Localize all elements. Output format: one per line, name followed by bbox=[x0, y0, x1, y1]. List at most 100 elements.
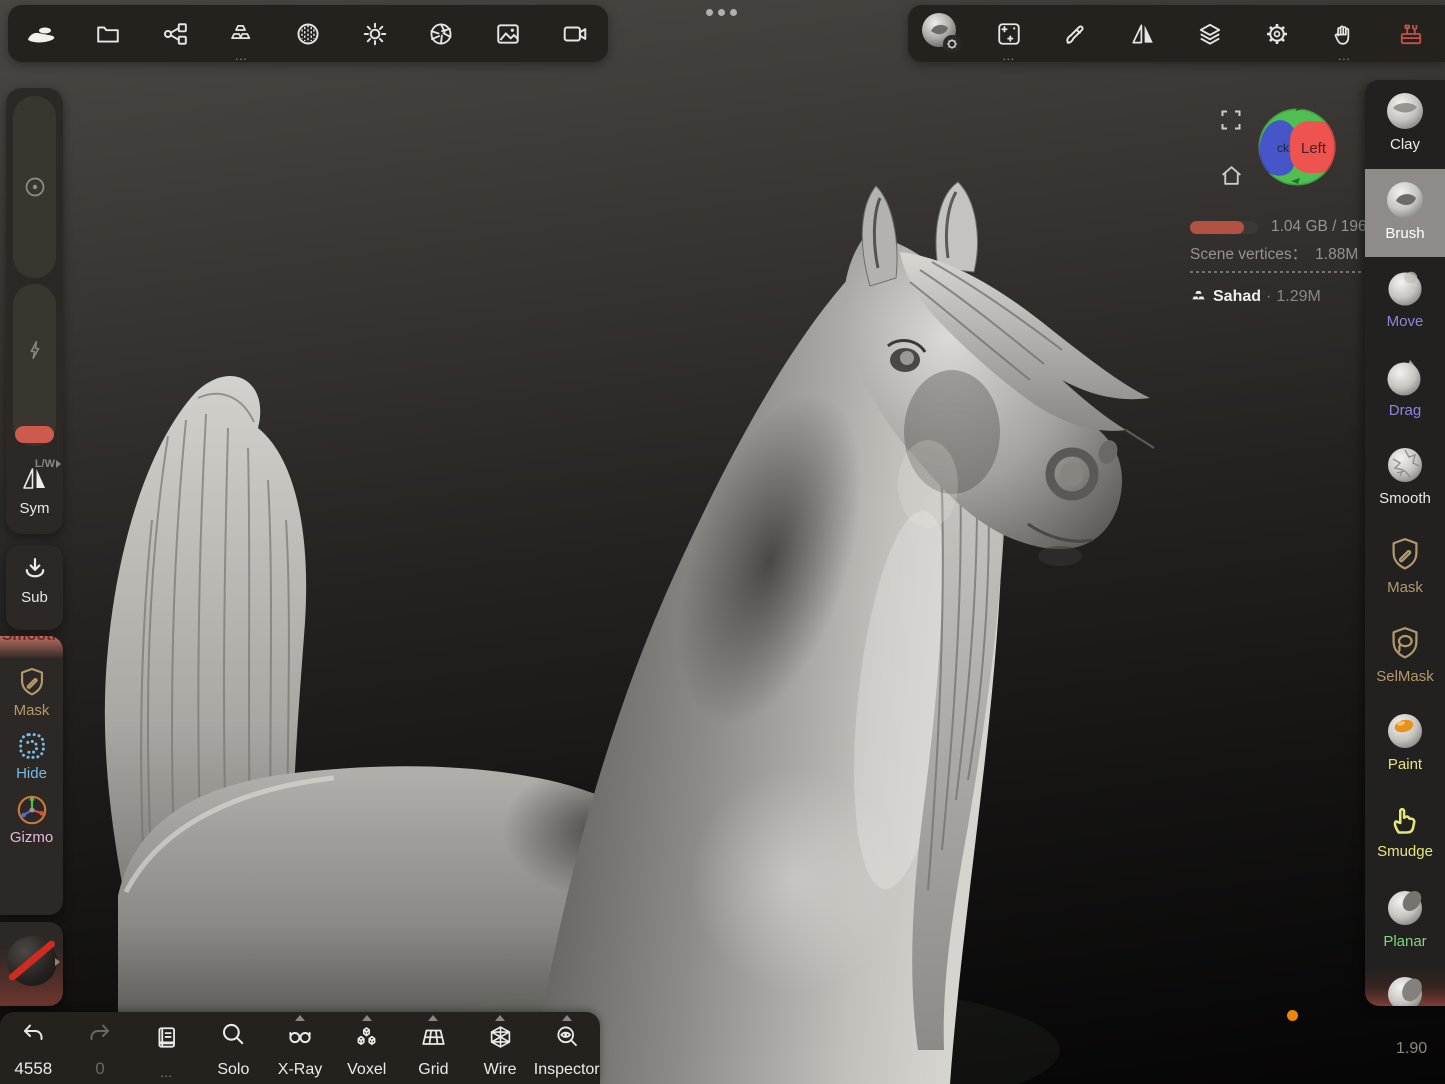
tool-clay[interactable]: Clay bbox=[1365, 80, 1445, 169]
tool-label: Brush bbox=[1385, 225, 1424, 242]
selmask-tool-icon bbox=[1386, 623, 1424, 663]
home-view-button[interactable] bbox=[1219, 163, 1244, 188]
gear-icon bbox=[1264, 21, 1290, 47]
topology-pyramid-icon bbox=[228, 21, 254, 47]
smooth-label: Smooth bbox=[0, 636, 63, 645]
history-button[interactable]: … bbox=[133, 1012, 200, 1084]
paint-tools-button[interactable] bbox=[1042, 5, 1109, 62]
inspector-button[interactable]: Inspector bbox=[533, 1012, 600, 1084]
mask-shortcut[interactable]: Mask bbox=[0, 664, 63, 719]
wire-button[interactable]: Wire bbox=[467, 1012, 534, 1084]
memory-usage-fill bbox=[1190, 221, 1244, 234]
popover-caret-icon bbox=[495, 1015, 505, 1021]
tool-label: Clay bbox=[1390, 136, 1420, 153]
more-indicator: … bbox=[160, 1068, 174, 1078]
sym-icon bbox=[20, 464, 50, 492]
brush-sliders-panel: L/W Sym bbox=[6, 88, 63, 534]
layers-button[interactable] bbox=[1177, 5, 1244, 62]
orientation-navball[interactable]: ck Left bbox=[1257, 107, 1338, 188]
undo-count: 4558 bbox=[0, 1059, 67, 1079]
tool-label: Smudge bbox=[1377, 843, 1433, 860]
scene-object-row[interactable]: Sahad · 1.29M bbox=[1190, 288, 1321, 306]
xray-button[interactable]: X-Ray bbox=[267, 1012, 334, 1084]
flatten-tool-icon bbox=[1385, 974, 1425, 1006]
brush-intensity-slider[interactable] bbox=[13, 284, 56, 446]
navball-left-label: Left bbox=[1301, 140, 1327, 157]
inspector-label: Inspector bbox=[533, 1061, 600, 1079]
mask-label: Mask bbox=[0, 702, 63, 719]
paint-tool-icon bbox=[1385, 711, 1425, 751]
zoom-level: 1.90 bbox=[1396, 1040, 1427, 1058]
matcap-sphere-icon bbox=[7, 936, 57, 986]
hide-label: Hide bbox=[0, 765, 63, 782]
tool-next-partial[interactable] bbox=[1365, 966, 1445, 1006]
background-button[interactable] bbox=[475, 5, 542, 62]
voxel-cubes-icon bbox=[353, 1024, 380, 1050]
app-window: … bbox=[0, 0, 1445, 1084]
tool-drag[interactable]: Drag bbox=[1365, 346, 1445, 435]
tool-smudge[interactable]: Smudge bbox=[1365, 789, 1445, 878]
scene-graph-button[interactable] bbox=[141, 5, 208, 62]
undo-button[interactable]: 4558 bbox=[0, 1012, 67, 1084]
sub-panel[interactable]: Sub bbox=[6, 545, 63, 630]
topology-button[interactable]: … bbox=[208, 5, 275, 62]
disabled-slash-icon bbox=[8, 939, 57, 982]
xray-goggles-icon bbox=[286, 1024, 314, 1050]
symmetry-button[interactable] bbox=[1109, 5, 1176, 62]
tool-brush[interactable]: Brush bbox=[1365, 169, 1445, 258]
image-icon bbox=[495, 21, 521, 47]
grid-button[interactable]: Grid bbox=[400, 1012, 467, 1084]
tool-move[interactable]: Move bbox=[1365, 257, 1445, 346]
stamps-button[interactable]: … bbox=[975, 5, 1042, 62]
stamp-alpha-icon bbox=[996, 21, 1022, 47]
radius-icon bbox=[23, 175, 47, 199]
scene-vertices-label: Scene vertices： bbox=[1190, 246, 1307, 263]
multitask-dots-icon bbox=[706, 9, 737, 16]
home-icon bbox=[1219, 163, 1244, 188]
postprocess-button[interactable] bbox=[408, 5, 475, 62]
tool-smooth[interactable]: Smooth bbox=[1365, 434, 1445, 523]
smooth-shortcut[interactable]: Smooth bbox=[0, 636, 63, 660]
gestures-button[interactable]: … bbox=[1311, 5, 1378, 62]
active-material-button[interactable] bbox=[908, 5, 975, 62]
hide-shortcut[interactable]: Hide bbox=[0, 729, 63, 782]
tool-label: Planar bbox=[1383, 933, 1426, 950]
intensity-fill bbox=[15, 426, 54, 443]
matcap-panel[interactable] bbox=[0, 922, 63, 1006]
solo-magnifier-icon bbox=[220, 1022, 246, 1048]
navball-icon: ck Left bbox=[1257, 107, 1338, 188]
symmetry-toggle[interactable] bbox=[20, 464, 50, 492]
toolbox-button[interactable] bbox=[1378, 5, 1445, 62]
tool-shortcuts-panel: Smooth Mask Hide Gizmo bbox=[0, 636, 63, 915]
popover-caret-icon bbox=[362, 1015, 372, 1021]
hatched-sphere-icon bbox=[295, 21, 321, 47]
drag-tool-icon bbox=[1385, 357, 1425, 397]
camera-button[interactable] bbox=[541, 5, 608, 62]
brush-radius-slider[interactable] bbox=[13, 96, 56, 278]
app-logo-button[interactable] bbox=[8, 5, 75, 62]
tool-paint[interactable]: Paint bbox=[1365, 700, 1445, 789]
settings-button[interactable] bbox=[1244, 5, 1311, 62]
sun-icon bbox=[362, 21, 388, 47]
expand-caret-icon bbox=[55, 958, 60, 966]
gizmo-shortcut[interactable]: Gizmo bbox=[0, 792, 63, 846]
nomad-logo-icon bbox=[24, 21, 58, 47]
files-button[interactable] bbox=[75, 5, 142, 62]
gizmo-icon bbox=[14, 792, 50, 828]
material-button[interactable] bbox=[275, 5, 342, 62]
tool-mask[interactable]: Mask bbox=[1365, 523, 1445, 612]
solo-label: Solo bbox=[200, 1061, 267, 1079]
redo-button[interactable]: 0 bbox=[67, 1012, 134, 1084]
more-indicator: … bbox=[1002, 51, 1016, 61]
tool-selmask[interactable]: SelMask bbox=[1365, 612, 1445, 701]
solo-button[interactable]: Solo bbox=[200, 1012, 267, 1084]
hand-icon bbox=[1331, 21, 1357, 47]
tool-planar[interactable]: Planar bbox=[1365, 877, 1445, 966]
mask-shield-icon bbox=[15, 664, 49, 700]
voxel-button[interactable]: Voxel bbox=[333, 1012, 400, 1084]
lighting-button[interactable] bbox=[341, 5, 408, 62]
object-name: Sahad bbox=[1213, 288, 1261, 306]
fullscreen-button[interactable] bbox=[1219, 108, 1243, 132]
node-graph-icon bbox=[162, 21, 188, 47]
tool-label: SelMask bbox=[1376, 668, 1434, 685]
